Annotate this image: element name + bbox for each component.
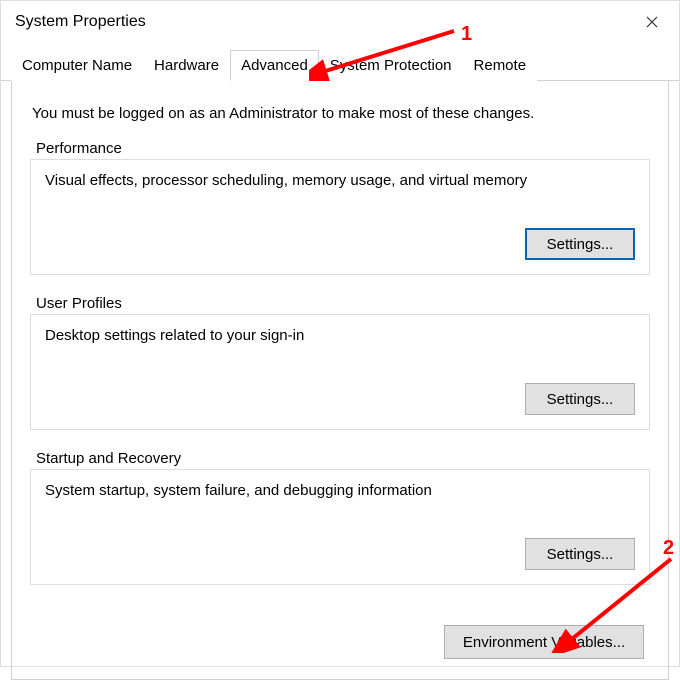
tabs-row: Computer Name Hardware Advanced System P… (1, 41, 679, 81)
environment-variables-button[interactable]: Environment Variables... (444, 625, 644, 659)
startup-recovery-settings-button[interactable]: Settings... (525, 538, 635, 570)
tab-remote[interactable]: Remote (463, 50, 538, 81)
performance-box: Visual effects, processor scheduling, me… (30, 159, 650, 275)
performance-desc: Visual effects, processor scheduling, me… (45, 172, 635, 189)
startup-recovery-title: Startup and Recovery (36, 450, 650, 467)
startup-recovery-group: Startup and Recovery System startup, sys… (30, 450, 650, 585)
tab-advanced[interactable]: Advanced (230, 50, 319, 81)
performance-group: Performance Visual effects, processor sc… (30, 140, 650, 275)
tab-hardware[interactable]: Hardware (143, 50, 230, 81)
admin-notice: You must be logged on as an Administrato… (32, 105, 650, 122)
performance-settings-button[interactable]: Settings... (525, 228, 635, 260)
close-icon (646, 16, 658, 28)
user-profiles-desc: Desktop settings related to your sign-in (45, 327, 635, 344)
titlebar: System Properties (1, 1, 679, 41)
user-profiles-settings-button[interactable]: Settings... (525, 383, 635, 415)
tab-system-protection[interactable]: System Protection (319, 50, 463, 81)
user-profiles-title: User Profiles (36, 295, 650, 312)
performance-title: Performance (36, 140, 650, 157)
window-title: System Properties (15, 13, 146, 31)
startup-recovery-desc: System startup, system failure, and debu… (45, 482, 635, 499)
user-profiles-box: Desktop settings related to your sign-in… (30, 314, 650, 430)
close-button[interactable] (639, 9, 665, 35)
startup-recovery-box: System startup, system failure, and debu… (30, 469, 650, 585)
env-vars-row: Environment Variables... (30, 605, 650, 659)
system-properties-window: System Properties Computer Name Hardware… (0, 0, 680, 667)
user-profiles-group: User Profiles Desktop settings related t… (30, 295, 650, 430)
tab-computer-name[interactable]: Computer Name (11, 50, 143, 81)
tab-panel-advanced: You must be logged on as an Administrato… (11, 81, 669, 680)
